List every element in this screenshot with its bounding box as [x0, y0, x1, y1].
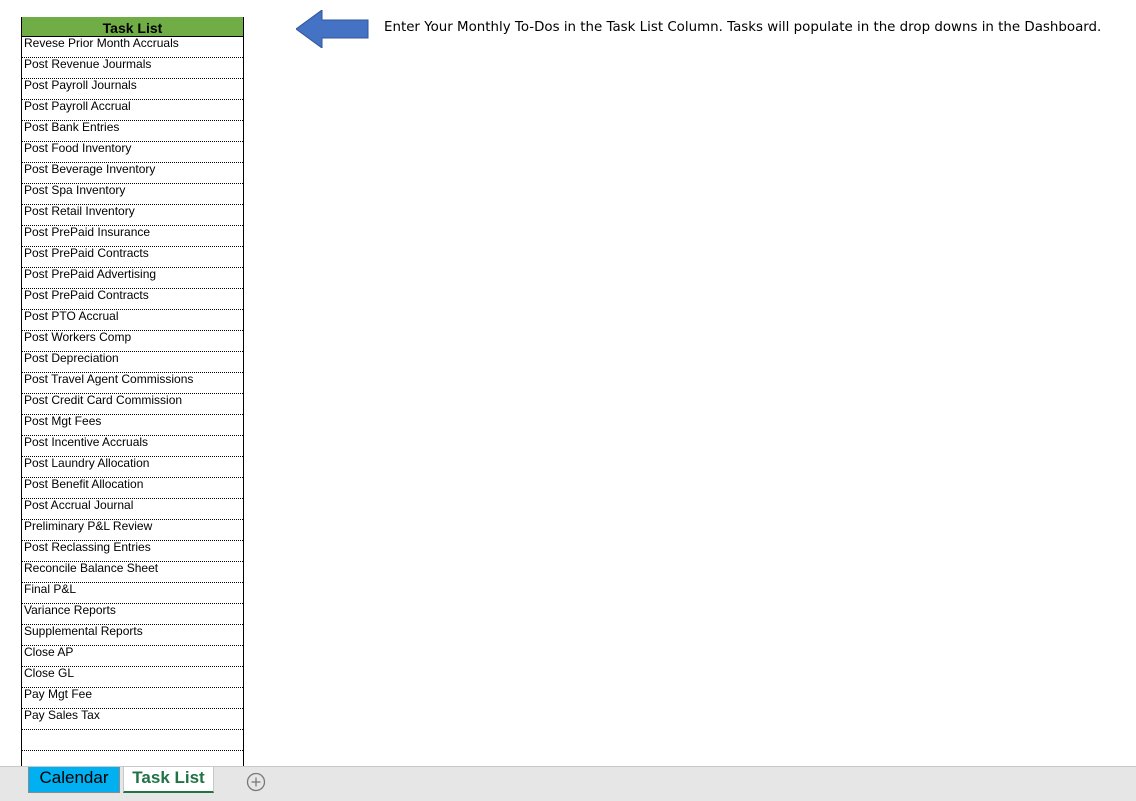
task-list-cell[interactable]: Post PrePaid Insurance: [22, 226, 243, 247]
task-list-table: Task List Revese Prior Month Accruals Pos…: [21, 17, 244, 766]
task-list-cell[interactable]: Post Travel Agent Commissions: [22, 373, 243, 394]
task-list-cell[interactable]: Post Accrual Journal: [22, 499, 243, 520]
worksheet-area: Task List Revese Prior Month Accruals Pos…: [0, 0, 1136, 766]
instruction-text: Enter Your Monthly To-Dos in the Task Li…: [384, 20, 1102, 35]
left-arrow-icon: [296, 10, 369, 48]
task-list-cell[interactable]: Close AP: [22, 646, 243, 667]
task-list-cell[interactable]: Final P&L: [22, 583, 243, 604]
task-list-cell[interactable]: Variance Reports: [22, 604, 243, 625]
task-list-cell[interactable]: Revese Prior Month Accruals: [22, 37, 243, 58]
task-list-cell[interactable]: Close GL: [22, 667, 243, 688]
task-list-cell[interactable]: Post Reclassing Entries: [22, 541, 243, 562]
task-list-cell[interactable]: Post Retail Inventory: [22, 205, 243, 226]
task-list-cell[interactable]: Pay Sales Tax: [22, 709, 243, 730]
sheet-tab-task-list[interactable]: Task List: [123, 767, 214, 793]
task-list-cell[interactable]: Supplemental Reports: [22, 625, 243, 646]
task-list-cell[interactable]: Post Benefit Allocation: [22, 478, 243, 499]
task-list-cell[interactable]: Post Workers Comp: [22, 331, 243, 352]
task-list-cell[interactable]: Post Laundry Allocation: [22, 457, 243, 478]
task-list-cell[interactable]: Post PrePaid Contracts: [22, 247, 243, 268]
task-list-cell[interactable]: [22, 751, 243, 766]
task-list-cell[interactable]: Reconcile Balance Sheet: [22, 562, 243, 583]
task-list-cell[interactable]: Post Food Inventory: [22, 142, 243, 163]
task-list-cell[interactable]: Post Bank Entries: [22, 121, 243, 142]
task-list-cell[interactable]: Post Beverage Inventory: [22, 163, 243, 184]
task-list-cell[interactable]: [22, 730, 243, 751]
task-list-cell[interactable]: Post Credit Card Commission: [22, 394, 243, 415]
task-list-cell[interactable]: Post Revenue Jourmals: [22, 58, 243, 79]
task-list-header[interactable]: Task List: [22, 17, 243, 37]
task-list-cell[interactable]: Post Payroll Journals: [22, 79, 243, 100]
task-list-cell[interactable]: Post Mgt Fees: [22, 415, 243, 436]
task-list-cell[interactable]: Pay Mgt Fee: [22, 688, 243, 709]
task-list-cell[interactable]: Preliminary P&L Review: [22, 520, 243, 541]
task-list-cell[interactable]: Post Payroll Accrual: [22, 100, 243, 121]
sheet-tab-calendar[interactable]: Calendar: [28, 767, 120, 793]
task-list-cell[interactable]: Post Spa Inventory: [22, 184, 243, 205]
task-list-cell[interactable]: Post PrePaid Contracts: [22, 289, 243, 310]
task-list-cell[interactable]: Post PrePaid Advertising: [22, 268, 243, 289]
plus-circle-icon[interactable]: [246, 772, 266, 792]
task-list-cell[interactable]: Post PTO Accrual: [22, 310, 243, 331]
task-list-cell[interactable]: Post Incentive Accruals: [22, 436, 243, 457]
task-list-cell[interactable]: Post Depreciation: [22, 352, 243, 373]
sheet-tab-bar: Calendar Task List: [0, 766, 1136, 801]
task-list-rows: Revese Prior Month Accruals Post Revenue …: [22, 37, 243, 766]
